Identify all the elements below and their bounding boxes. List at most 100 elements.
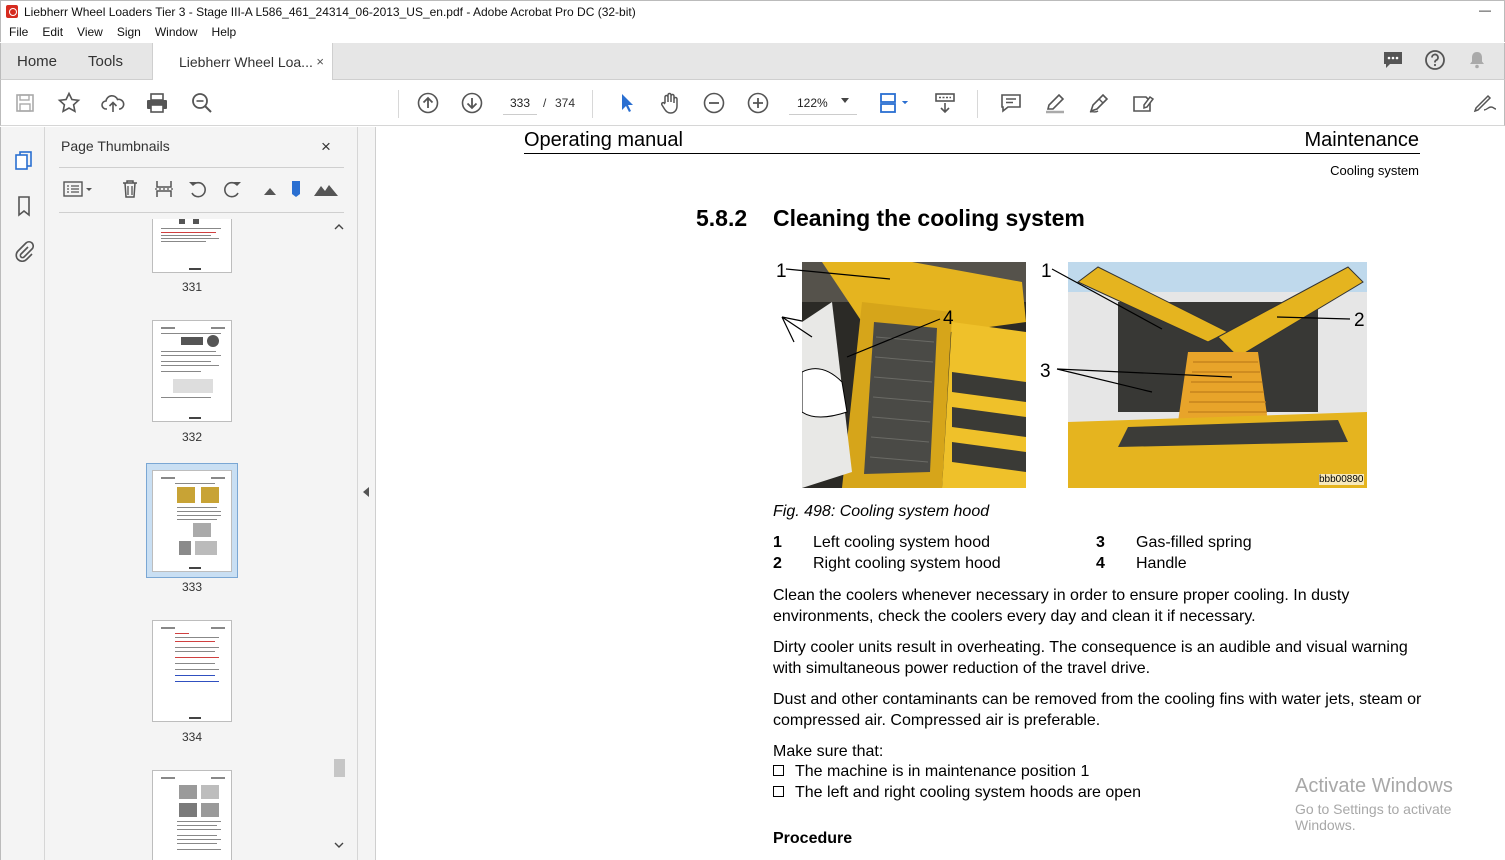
bookmarks-icon[interactable] (13, 195, 35, 217)
body-paragraph: Dust and other contaminants can be remov… (773, 691, 1422, 729)
thumbnail-page-334[interactable] (152, 620, 232, 722)
checklist-item: The left and right cooling system hoods … (773, 784, 1141, 802)
activation-watermark: Activate Windows Go to Settings to activ… (1295, 775, 1504, 833)
thumbnail-page-333[interactable] (152, 470, 232, 572)
help-icon[interactable] (1424, 49, 1446, 71)
body-paragraph: Dirty cooler units result in overheating… (773, 639, 1408, 677)
procedure-heading: Procedure (773, 830, 853, 847)
notification-bell-icon[interactable] (1466, 49, 1488, 71)
checklist-text: The left and right cooling system hoods … (795, 784, 1141, 801)
scrollbar-thumb[interactable] (334, 759, 345, 777)
page-thumbnails-icon[interactable] (13, 149, 35, 171)
thumbnail-page-332[interactable] (152, 320, 232, 422)
thumbnail-scrollbar[interactable] (333, 219, 345, 860)
checkbox-icon (773, 765, 784, 776)
previous-page-icon[interactable] (415, 91, 441, 115)
thumbnail-page-335[interactable] (152, 770, 232, 860)
menu-bar: File Edit View Sign Window Help (0, 22, 1505, 42)
marker-icon[interactable] (289, 177, 303, 201)
tabbar-right-icons (1382, 49, 1488, 71)
attachments-icon[interactable] (13, 240, 35, 262)
collapse-panel-handle[interactable] (358, 127, 376, 860)
thumbnail-page-331[interactable] (152, 219, 232, 273)
thumbnail-label: 333 (181, 580, 203, 594)
scroll-up-icon[interactable] (334, 223, 344, 234)
tab-home[interactable]: Home (17, 53, 57, 70)
select-cursor-icon[interactable] (613, 91, 639, 115)
legend-number: 3 (1096, 534, 1105, 551)
thumbnail-label: 334 (181, 730, 203, 744)
callout-leader-lines (781, 268, 1351, 393)
options-menu-icon[interactable] (62, 177, 94, 201)
delete-page-icon[interactable] (119, 177, 141, 201)
menu-edit[interactable]: Edit (42, 25, 63, 39)
legend-item: 4 Handle (1096, 555, 1187, 573)
legend-number: 1 (773, 534, 782, 551)
collapse-left-icon (363, 487, 369, 497)
main-toolbar (0, 80, 1505, 126)
tab-document[interactable]: Liebherr Wheel Loa... × (152, 43, 333, 80)
chevron-down-icon (841, 98, 849, 103)
legend-item: 2 Right cooling system hood (773, 555, 1001, 573)
extract-page-icon[interactable] (153, 177, 175, 201)
thumbnail-label: 331 (181, 280, 203, 294)
close-panel-button[interactable]: × (321, 137, 331, 157)
scroll-down-icon[interactable] (334, 841, 344, 852)
legend-number: 4 (1096, 555, 1105, 572)
page-separator: / (543, 96, 547, 110)
menu-window[interactable]: Window (155, 25, 198, 39)
legend-number: 2 (773, 555, 782, 572)
highlight-pen-icon[interactable] (1042, 91, 1068, 115)
sign-tools-icon[interactable] (1472, 91, 1498, 115)
section-title: Cleaning the cooling system (773, 205, 1085, 231)
checklist-text: The machine is in maintenance position 1 (795, 763, 1090, 780)
save-icon[interactable] (12, 91, 38, 115)
page-header-left: Operating manual (524, 129, 683, 151)
next-page-icon[interactable] (459, 91, 485, 115)
thumbnail-label: 332 (181, 430, 203, 444)
menu-file[interactable]: File (9, 25, 28, 39)
zoom-in-icon[interactable] (745, 91, 771, 115)
rotate-counterclockwise-icon[interactable] (187, 177, 209, 201)
left-navigation-rail (0, 127, 45, 860)
close-tab-button[interactable]: × (316, 54, 324, 69)
zoom-select[interactable]: 122% (789, 91, 857, 115)
section-number: 5.8.2 (696, 205, 748, 231)
figure-reference-code: bbb00890 (1319, 474, 1364, 485)
toolbar-divider (592, 90, 593, 118)
page-subsection: Cooling system (1330, 163, 1419, 178)
stamp-icon[interactable] (1130, 91, 1156, 115)
thumbnail-larger-icon[interactable] (313, 177, 339, 201)
title-bar: Liebherr Wheel Loaders Tier 3 - Stage II… (0, 0, 1505, 22)
scrolling-mode-icon[interactable] (932, 91, 958, 115)
body-paragraph: Clean the coolers whenever necessary in … (773, 587, 1350, 625)
menu-sign[interactable]: Sign (117, 25, 141, 39)
draw-pen-icon[interactable] (1086, 91, 1112, 115)
document-view[interactable]: Operating manual Maintenance Cooling sys… (377, 127, 1504, 859)
print-icon[interactable] (144, 91, 170, 115)
minimize-button[interactable]: — (1478, 4, 1492, 17)
legend-item: 1 Left cooling system hood (773, 534, 990, 552)
hand-tool-icon[interactable] (657, 91, 683, 115)
tab-tools[interactable]: Tools (88, 53, 123, 70)
menu-help[interactable]: Help (212, 25, 237, 39)
acrobat-icon (6, 5, 18, 18)
figure-caption: Fig. 498: Cooling system hood (773, 503, 990, 520)
menu-view[interactable]: View (77, 25, 103, 39)
page-number-input[interactable]: 333 (503, 91, 537, 115)
page-header-right: Maintenance (1304, 129, 1419, 151)
upload-cloud-icon[interactable] (100, 91, 126, 115)
legend-text: Handle (1136, 555, 1187, 572)
add-comment-icon[interactable] (998, 91, 1024, 115)
bookmark-star-icon[interactable] (56, 91, 82, 115)
rotate-clockwise-icon[interactable] (221, 177, 243, 201)
page-fit-icon[interactable] (877, 91, 913, 115)
body-paragraph: Make sure that: (773, 743, 884, 760)
toolbar-divider (977, 90, 978, 118)
thumbnail-smaller-icon[interactable] (262, 177, 278, 201)
zoom-out-icon[interactable] (701, 91, 727, 115)
total-pages: 374 (555, 96, 576, 110)
comment-icon[interactable] (1382, 49, 1404, 71)
find-zoom-icon[interactable] (189, 91, 215, 115)
checklist-item: The machine is in maintenance position 1 (773, 763, 1089, 781)
